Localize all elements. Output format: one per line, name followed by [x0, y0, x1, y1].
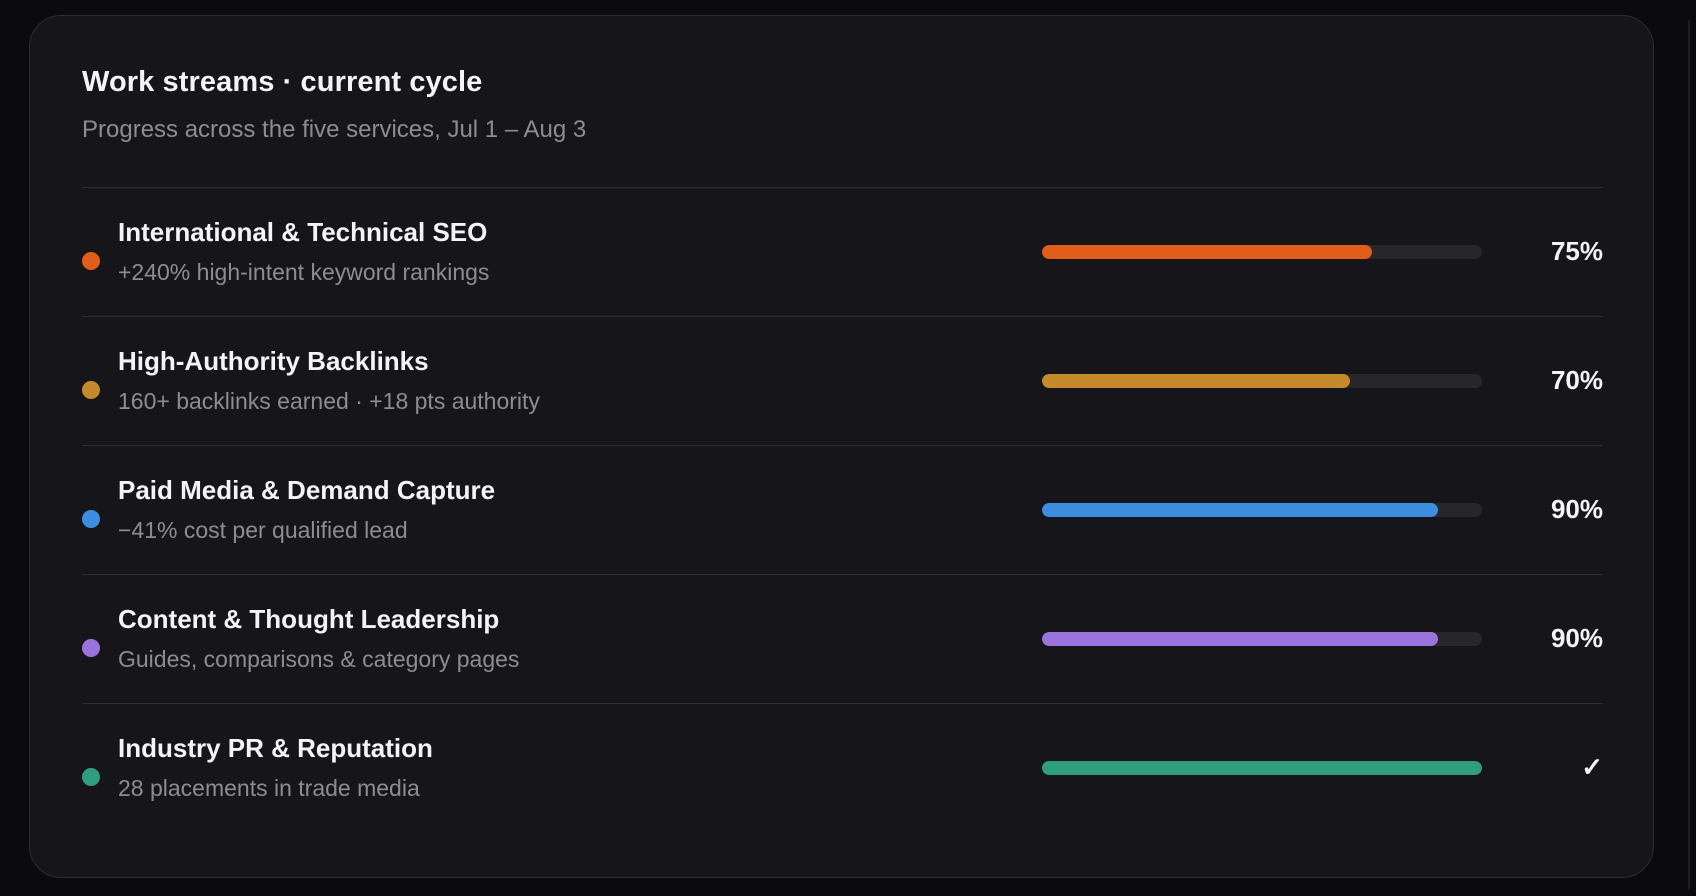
window-edge-divider	[1688, 20, 1690, 890]
work-stream-row: Paid Media & Demand Capture −41% cost pe…	[82, 445, 1603, 574]
progress-track	[1042, 245, 1482, 259]
progress-value: 75%	[1550, 236, 1603, 266]
work-stream-name: Industry PR & Reputation	[118, 733, 433, 763]
progress-track	[1042, 374, 1482, 388]
status-dot-icon	[82, 510, 100, 528]
progress-track	[1042, 761, 1482, 775]
progress-track	[1042, 503, 1482, 517]
status-dot-icon	[82, 768, 100, 786]
work-stream-name: Paid Media & Demand Capture	[118, 475, 496, 505]
work-stream-detail: +240% high-intent keyword rankings	[118, 259, 490, 285]
work-stream-row: International & Technical SEO +240% high…	[82, 187, 1603, 316]
work-stream-row: Content & Thought Leadership Guides, com…	[82, 574, 1603, 703]
progress-fill	[1042, 761, 1482, 775]
progress-fill	[1042, 503, 1438, 517]
work-stream-row: High-Authority Backlinks 160+ backlinks …	[82, 316, 1603, 445]
work-stream-name: Content & Thought Leadership	[118, 604, 500, 634]
progress-track	[1042, 632, 1482, 646]
progress-value: 90%	[1550, 623, 1603, 653]
card-subtitle: Progress across the five services, Jul 1…	[82, 116, 587, 143]
card-title: Work streams · current cycle	[82, 66, 483, 98]
work-stream-list: International & Technical SEO +240% high…	[82, 187, 1603, 832]
progress-fill	[1042, 632, 1438, 646]
work-stream-name: High-Authority Backlinks	[118, 346, 429, 376]
work-stream-name: International & Technical SEO	[118, 217, 488, 247]
work-stream-detail: 28 placements in trade media	[118, 775, 420, 801]
progress-value: 90%	[1550, 494, 1603, 524]
status-dot-icon	[82, 381, 100, 399]
work-stream-row: Industry PR & Reputation 28 placements i…	[82, 703, 1603, 832]
progress-fill	[1042, 245, 1372, 259]
work-stream-detail: −41% cost per qualified lead	[118, 517, 408, 543]
progress-fill	[1042, 374, 1350, 388]
progress-value: 70%	[1550, 365, 1603, 395]
work-stream-detail: 160+ backlinks earned · +18 pts authorit…	[118, 388, 540, 414]
status-dot-icon	[82, 639, 100, 657]
checkmark-icon: ✓	[1581, 752, 1603, 782]
work-streams-card: Work streams · current cycle Progress ac…	[29, 15, 1654, 878]
status-dot-icon	[82, 252, 100, 270]
work-stream-detail: Guides, comparisons & category pages	[118, 646, 520, 672]
